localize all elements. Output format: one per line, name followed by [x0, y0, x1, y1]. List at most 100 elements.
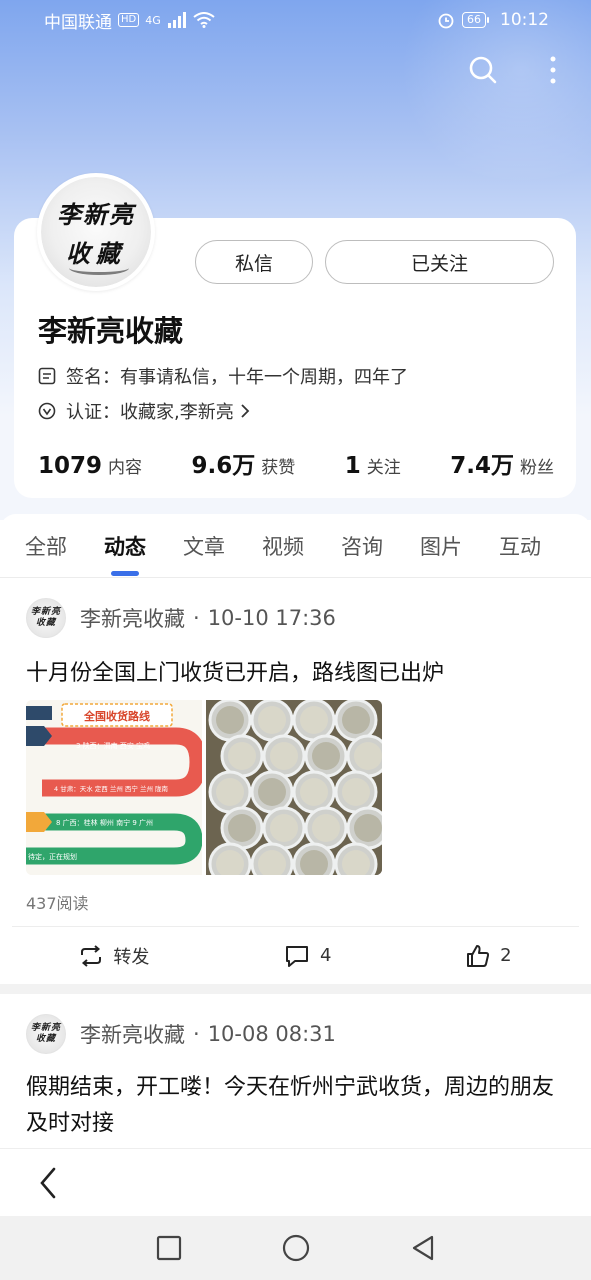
chevron-left-icon [40, 1167, 56, 1199]
signature-text: 有事请私信，十年一个周期，四年了 [120, 367, 408, 388]
repost-icon [81, 944, 102, 967]
coin [342, 706, 370, 734]
profile-avatar[interactable]: 李新亮 收藏 [37, 173, 155, 291]
stat-label: 内容 [108, 458, 143, 478]
search-icon[interactable] [467, 54, 499, 86]
coin [216, 778, 244, 806]
stat-label: 粉丝 [519, 458, 554, 478]
repost-button[interactable]: 转发 [79, 943, 149, 969]
alarm-icon [438, 13, 454, 29]
stat-number: 1 [344, 453, 361, 479]
more-vertical-icon[interactable] [537, 54, 569, 86]
post-author-avatar[interactable]: 李新亮 收藏 [26, 1014, 66, 1054]
stat-number: 1079 [38, 453, 103, 479]
message-button[interactable]: 私信 [195, 240, 313, 284]
tab-consult[interactable]: 咨询 [341, 514, 383, 577]
cert-label: 认证： [66, 402, 120, 423]
avatar-text-line2: 收藏 [35, 618, 56, 628]
stat-content[interactable]: 1079 内容 [38, 453, 142, 479]
avatar-calligraphy: 李新亮 收藏 [41, 177, 151, 287]
chevron-right-icon [241, 404, 250, 418]
post-time: 10-10 17:36 [207, 606, 336, 630]
post-author[interactable]: 李新亮收藏 [80, 1019, 185, 1049]
map-route-label: 4 甘肃：天水 定西 兰州 西宁 兰州 陇南 [54, 784, 169, 793]
back-triangle-icon[interactable] [410, 1234, 436, 1262]
tab-all[interactable]: 全部 [25, 514, 67, 577]
post-author-avatar[interactable]: 李新亮 收藏 [26, 598, 66, 638]
recents-square-icon[interactable] [156, 1235, 182, 1261]
coin [300, 778, 328, 806]
comment-button[interactable]: 4 [284, 944, 331, 968]
coin [312, 814, 340, 842]
map-route-label: 8 广西：桂林 柳州 南宁 9 广州 [56, 818, 153, 827]
post-header: 李新亮 收藏 李新亮收藏 · 10-10 17:36 [26, 598, 336, 638]
hd-badge: HD [118, 13, 140, 27]
clock: 10:12 [500, 10, 549, 30]
wifi-icon [193, 12, 215, 28]
cert-text: 收藏家,李新亮 [120, 402, 234, 423]
post-actions: 转发 4 2 [12, 926, 579, 984]
content-tabs: 全部 动态 文章 视频 咨询 图片 互动 [0, 514, 591, 578]
post-text[interactable]: 假期结束，开工喽！今天在忻州宁武收货，周边的朋友及时对接 [26, 1070, 566, 1142]
route-map-image[interactable]: 全国收货路线 3 陕西：渭南 西安 宝鸡 4 甘肃：天水 定西 兰州 西宁 兰州… [26, 700, 202, 875]
post-text[interactable]: 十月份全国上门收货已开启，路线图已出炉 [26, 656, 566, 692]
tab-articles[interactable]: 文章 [183, 514, 225, 577]
feed-post[interactable]: 李新亮 收藏 李新亮收藏 · 10-08 08:31 假期结束，开工喽！今天在忻… [0, 994, 591, 1154]
system-navigation-bar [0, 1216, 591, 1280]
network-label: 4G [145, 13, 161, 27]
post-divider [0, 984, 591, 994]
signature-line: 签名：有事请私信，十年一个周期，四年了 [38, 363, 408, 389]
coins-photo-image[interactable] [206, 700, 382, 875]
back-button[interactable] [34, 1165, 64, 1201]
feed-post[interactable]: 李新亮 收藏 李新亮收藏 · 10-10 17:36 十月份全国上门收货已开启，… [0, 578, 591, 984]
like-count: 2 [500, 945, 512, 966]
post-author[interactable]: 李新亮收藏 [80, 603, 185, 633]
tab-images[interactable]: 图片 [420, 514, 462, 577]
stat-following[interactable]: 1 关注 [345, 453, 401, 479]
coin [228, 814, 256, 842]
carrier-label: 中国联通 [44, 12, 112, 33]
stat-number: 9.6万 [191, 453, 256, 479]
avatar-brush-stroke [69, 261, 129, 275]
coin [354, 814, 382, 842]
stat-followers[interactable]: 7.4万 粉丝 [450, 446, 554, 480]
coin [270, 742, 298, 770]
comment-count: 4 [320, 945, 332, 966]
coin [216, 706, 244, 734]
like-button[interactable]: 2 [466, 944, 512, 968]
follow-button[interactable]: 已关注 [325, 240, 554, 284]
map-route-label: 3 陕西：渭南 西安 宝鸡 [76, 741, 150, 750]
thumbs-up-icon [467, 944, 490, 967]
tab-interaction[interactable]: 互动 [499, 514, 541, 577]
coin [312, 742, 340, 770]
profile-stats: 1079 内容 9.6万 获赞 1 关注 7.4万 粉丝 [38, 446, 554, 480]
avatar-text-line1: 李新亮 [30, 607, 61, 617]
comment-icon [286, 945, 309, 967]
map-route-label: 待定，正在规划 [28, 852, 77, 861]
home-circle-icon[interactable] [282, 1234, 310, 1262]
profile-name: 李新亮收藏 [38, 314, 184, 348]
signal-icon [167, 12, 186, 28]
status-left: 中国联通 HD 4G [44, 8, 215, 33]
coin [270, 814, 298, 842]
coin [258, 706, 286, 734]
tab-moments[interactable]: 动态 [104, 514, 146, 577]
certification-line[interactable]: 认证：收藏家,李新亮 [38, 398, 250, 424]
post-images: 全国收货路线 3 陕西：渭南 西安 宝鸡 4 甘肃：天水 定西 兰州 西宁 兰州… [26, 700, 382, 875]
verified-icon [38, 402, 56, 420]
status-bar: 中国联通 HD 4G 66 10:12 [0, 0, 591, 40]
avatar-text-line2: 收藏 [35, 1034, 56, 1044]
coin [258, 778, 286, 806]
coin [354, 742, 382, 770]
meta-separator: · [193, 1022, 200, 1046]
stat-likes[interactable]: 9.6万 获赞 [192, 446, 296, 480]
avatar-text-line1: 李新亮 [57, 200, 135, 229]
map-title: 全国收货路线 [83, 709, 150, 723]
coin [228, 742, 256, 770]
app-bottom-bar [0, 1148, 591, 1216]
tab-videos[interactable]: 视频 [262, 514, 304, 577]
meta-separator: · [193, 606, 200, 630]
coin [300, 706, 328, 734]
post-header: 李新亮 收藏 李新亮收藏 · 10-08 08:31 [26, 1014, 336, 1054]
avatar-text-line1: 李新亮 [30, 1023, 61, 1033]
